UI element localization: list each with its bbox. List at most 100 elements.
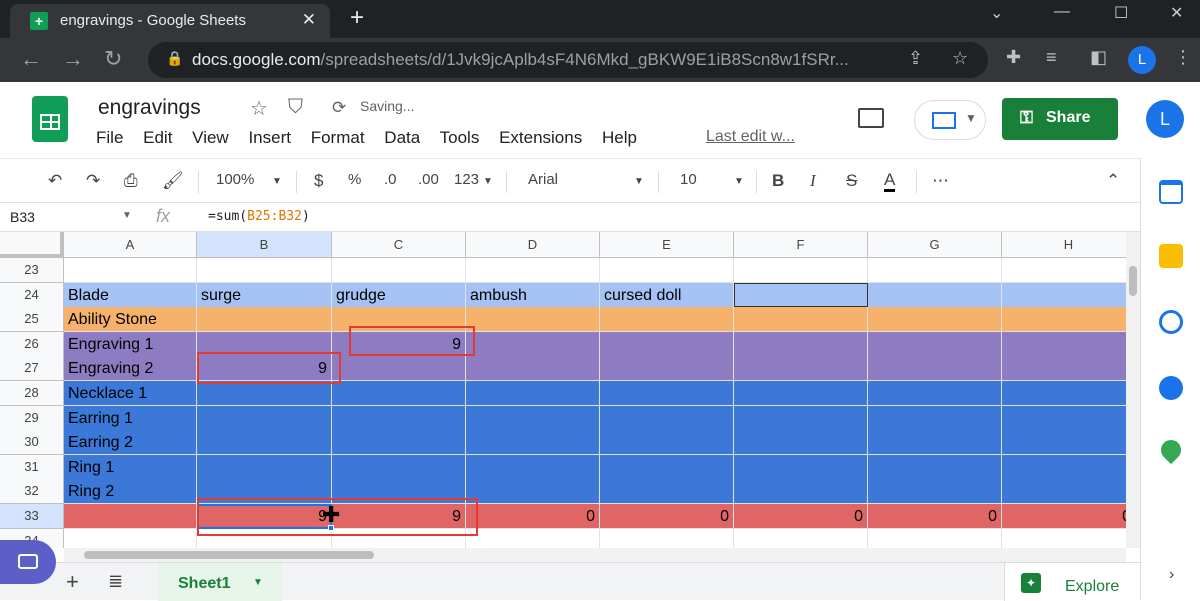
menu-format[interactable]: Format (311, 128, 365, 147)
cell-f31[interactable] (734, 454, 868, 480)
cell-f29[interactable] (734, 405, 868, 431)
bold-button[interactable]: B (772, 171, 784, 191)
meet-button[interactable] (0, 540, 56, 584)
cell-d23[interactable] (466, 258, 600, 283)
cell-e30[interactable] (600, 430, 734, 456)
cell-h33[interactable]: 0 (1002, 504, 1126, 529)
add-sheet-icon[interactable]: + (66, 569, 79, 595)
spreadsheet-grid[interactable]: ABCDEFGH 23 24 Blade surge grudge ambush curse… (0, 232, 1126, 548)
browser-profile-avatar[interactable]: L (1128, 46, 1156, 74)
reading-list-icon[interactable]: ≡ (1046, 47, 1057, 68)
row-header-29[interactable]: 29 (0, 405, 64, 431)
cell-e27[interactable] (600, 356, 734, 382)
cell-e34[interactable] (600, 528, 734, 548)
all-sheets-menu-icon[interactable]: ≣ (108, 571, 123, 592)
column-header-c[interactable]: C (332, 232, 466, 258)
cell-g26[interactable] (868, 331, 1002, 357)
cell-e33[interactable]: 0 (600, 504, 734, 529)
cell-a28[interactable]: Necklace 1 (64, 381, 197, 406)
cell-b25[interactable] (197, 307, 332, 333)
cell-g23[interactable] (868, 258, 1002, 283)
new-tab-icon[interactable]: + (350, 4, 364, 32)
cell-d30[interactable] (466, 430, 600, 456)
cell-b29[interactable] (197, 405, 332, 431)
minimize-icon[interactable]: — (1054, 3, 1070, 21)
tasks-icon[interactable] (1159, 310, 1183, 334)
cell-h29[interactable] (1002, 406, 1126, 431)
decrease-decimal-button[interactable]: .0 (384, 171, 397, 188)
cell-f32[interactable] (734, 479, 868, 505)
doc-title[interactable]: engravings (98, 96, 201, 120)
calendar-icon[interactable] (1159, 180, 1183, 204)
cell-c29[interactable] (332, 405, 466, 431)
cell-b32[interactable] (197, 479, 332, 505)
cell-d33[interactable]: 0 (466, 504, 600, 529)
cell-c28[interactable] (332, 381, 466, 406)
sheet-tab-sheet1[interactable]: Sheet1 ▼ (158, 563, 282, 601)
cell-e29[interactable] (600, 405, 734, 431)
cell-a25[interactable]: Ability Stone (64, 307, 197, 333)
star-icon[interactable]: ☆ (250, 96, 268, 121)
side-panel-icon[interactable]: ◧ (1090, 47, 1107, 68)
cell-h28[interactable] (1002, 381, 1126, 406)
cell-a23[interactable] (64, 258, 197, 283)
cell-a33[interactable] (64, 504, 197, 529)
row-header-28[interactable]: 28 (0, 381, 64, 406)
row-header-31[interactable]: 31 (0, 454, 64, 480)
cell-c25[interactable] (332, 307, 466, 333)
cell-b30[interactable] (197, 430, 332, 456)
cell-d26[interactable] (466, 331, 600, 357)
cell-f23[interactable] (734, 258, 868, 283)
cell-c24[interactable]: grudge (332, 282, 466, 308)
keep-icon[interactable] (1159, 244, 1183, 268)
share-button[interactable]: ⚿ Share (1002, 98, 1118, 140)
more-formats-button[interactable]: 123 (454, 171, 479, 188)
cell-c26[interactable]: 9 (332, 331, 466, 357)
column-header-d[interactable]: D (466, 232, 600, 258)
cell-c30[interactable] (332, 430, 466, 456)
menu-data[interactable]: Data (384, 128, 420, 147)
cell-b33[interactable]: 9 (197, 504, 332, 529)
extensions-puzzle-icon[interactable]: ✚ (1006, 47, 1021, 68)
cell-f27[interactable] (734, 356, 868, 382)
row-header-26[interactable]: 26 (0, 331, 64, 357)
name-box[interactable]: B33 (10, 209, 35, 225)
cell-g27[interactable] (868, 356, 1002, 382)
zoom-chevron-icon[interactable]: ▼ (272, 176, 282, 187)
cell-c23[interactable] (332, 258, 466, 283)
cell-a30[interactable]: Earring 2 (64, 430, 197, 456)
cell-g33[interactable]: 0 (868, 504, 1002, 529)
sheet-tab-chevron-icon[interactable]: ▼ (253, 577, 263, 588)
contacts-icon[interactable] (1159, 376, 1183, 400)
text-color-button[interactable]: A (884, 171, 896, 192)
cell-h34[interactable] (1002, 529, 1126, 548)
menu-tools[interactable]: Tools (440, 128, 480, 147)
menu-file[interactable]: File (96, 128, 123, 147)
cell-b26[interactable] (197, 331, 332, 357)
vertical-scrollbar[interactable] (1126, 232, 1140, 548)
cell-d31[interactable] (466, 454, 600, 480)
font-size-select[interactable]: 10 (680, 171, 697, 188)
cell-c33[interactable]: 9 (332, 504, 466, 529)
column-header-a[interactable]: A (64, 232, 197, 258)
column-header-b[interactable]: B (197, 232, 332, 258)
redo-icon[interactable]: ↷ (86, 171, 100, 191)
print-icon[interactable]: ⎙ (124, 171, 138, 191)
cell-h31[interactable] (1002, 455, 1126, 480)
cell-d32[interactable] (466, 479, 600, 505)
maximize-icon[interactable]: ☐ (1114, 3, 1128, 23)
paint-format-icon[interactable]: 🖌 (162, 171, 184, 191)
forward-icon[interactable]: → (62, 46, 84, 72)
column-header-g[interactable]: G (868, 232, 1002, 258)
cell-b31[interactable] (197, 454, 332, 480)
font-size-chevron-icon[interactable]: ▼ (734, 176, 744, 187)
cell-c32[interactable] (332, 479, 466, 505)
cell-a24[interactable]: Blade (64, 282, 197, 308)
cell-e26[interactable] (600, 331, 734, 357)
cell-e28[interactable] (600, 381, 734, 406)
italic-button[interactable]: I (810, 171, 816, 191)
last-edit-link[interactable]: Last edit w... (706, 128, 795, 146)
cell-h25[interactable] (1002, 307, 1126, 333)
menu-help[interactable]: Help (602, 128, 637, 147)
cell-g32[interactable] (868, 479, 1002, 505)
